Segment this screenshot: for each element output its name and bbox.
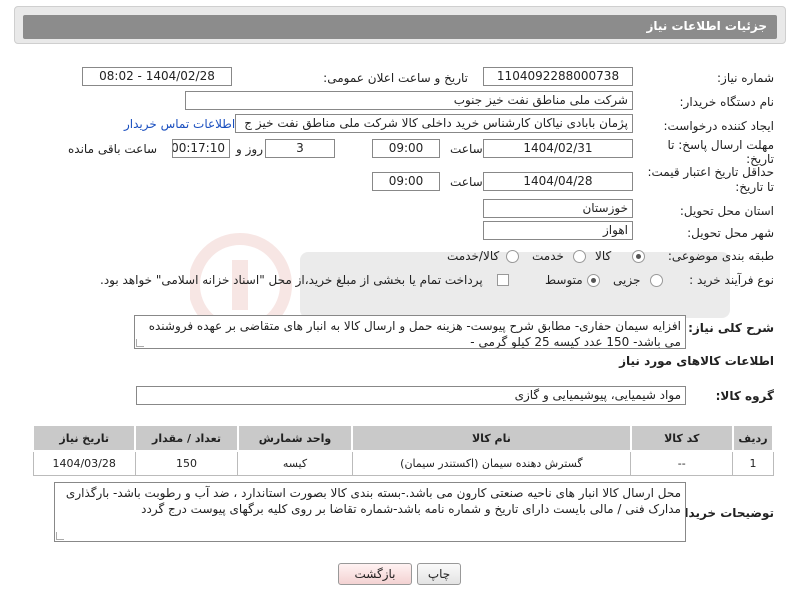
reply-deadline-label: مهلت ارسال پاسخ: تا xyxy=(667,138,774,152)
reply-deadline-label-date: تاریخ: xyxy=(746,152,774,166)
requester-label: ایجاد کننده درخواست: xyxy=(663,119,774,133)
cell-quantity: 150 xyxy=(134,450,239,476)
col-header-unit: واحد شمارش xyxy=(236,424,354,452)
need-number-label: شماره نیاز: xyxy=(717,71,774,85)
city-field: اهواز xyxy=(483,221,633,240)
process-radio-minor[interactable] xyxy=(650,274,663,287)
buyer-contact-link[interactable]: اطلاعات تماس خریدار xyxy=(124,117,235,131)
cell-unit: کیسه xyxy=(237,450,353,476)
category-radio-service[interactable] xyxy=(573,250,586,263)
time-remaining-field: 00:17:10 xyxy=(172,139,230,158)
goods-section-title: اطلاعات کالاهای مورد نیاز xyxy=(619,354,774,368)
table-header-row: ردیف کد کالا نام کالا واحد شمارش تعداد /… xyxy=(31,424,775,452)
category-option-goods-service: کالا/خدمت xyxy=(447,249,500,263)
days-label: روز و xyxy=(236,142,263,156)
announce-datetime-field: 1404/02/28 - 08:02 xyxy=(82,67,232,86)
buyer-org-field: شرکت ملی مناطق نفت خیز جنوب xyxy=(185,91,633,110)
goods-group-field: مواد شیمیایی، پیوشیمیایی و گازی xyxy=(136,386,686,405)
buyer-notes-text: محل ارسال کالا انبار های ناحیه صنعتی کار… xyxy=(65,486,681,516)
announce-datetime-label: تاریخ و ساعت اعلان عمومی: xyxy=(323,71,468,85)
cell-item-code: -- xyxy=(630,450,734,476)
print-button[interactable]: چاپ xyxy=(417,563,461,585)
category-option-service: خدمت xyxy=(532,249,564,263)
col-header-need-date: تاریخ نیاز xyxy=(31,424,137,452)
items-table: ردیف کد کالا نام کالا واحد شمارش تعداد /… xyxy=(31,424,775,476)
price-validity-date-field: 1404/04/28 xyxy=(483,172,633,191)
process-radio-medium[interactable] xyxy=(587,274,600,287)
cell-row-number: 1 xyxy=(732,450,774,476)
header-panel: جزئیات اطلاعات نیاز xyxy=(14,6,786,44)
province-field: خوزستان xyxy=(483,199,633,218)
city-label: شهر محل تحویل: xyxy=(687,226,774,240)
price-validity-label: حداقل تاریخ اعتبار قیمت: xyxy=(647,165,774,179)
col-header-item-code: کد کالا xyxy=(629,424,734,452)
price-validity-time-label: ساعت xyxy=(450,175,483,189)
reply-deadline-date-field: 1404/02/31 xyxy=(483,139,633,158)
buyer-org-label: نام دستگاه خریدار: xyxy=(679,95,775,109)
province-label: استان محل تحویل: xyxy=(679,204,774,218)
price-validity-time-field: 09:00 xyxy=(372,172,440,191)
treasury-payment-note: پرداخت تمام یا بخشی از مبلغ خرید،از محل … xyxy=(100,273,483,287)
header-bar: جزئیات اطلاعات نیاز xyxy=(23,15,777,39)
days-remaining-field: 3 xyxy=(265,139,335,158)
process-option-minor: جزیی xyxy=(613,273,641,287)
goods-group-label: گروه کالا: xyxy=(715,389,774,403)
category-radio-goods-service[interactable] xyxy=(506,250,519,263)
process-type-label: نوع فرآیند خرید : xyxy=(689,273,774,287)
resize-handle-icon[interactable] xyxy=(56,532,64,540)
description-text: افزایه سیمان حفاری- مطابق شرح پیوست- هزی… xyxy=(148,319,681,349)
resize-handle-icon[interactable] xyxy=(136,339,144,347)
col-header-row-number: ردیف xyxy=(731,424,775,452)
page-title: جزئیات اطلاعات نیاز xyxy=(646,19,767,33)
category-label: طبقه بندی موضوعی: xyxy=(667,249,774,263)
treasury-payment-checkbox[interactable] xyxy=(497,274,509,286)
category-option-goods: کالا xyxy=(595,249,612,263)
description-textarea[interactable]: افزایه سیمان حفاری- مطابق شرح پیوست- هزی… xyxy=(134,315,686,349)
back-button[interactable]: بازگشت xyxy=(338,563,412,585)
buyer-notes-label: توضیحات خریدار: xyxy=(672,506,774,520)
price-validity-label-date: تا تاریخ: xyxy=(735,180,774,194)
reply-deadline-time-label: ساعت xyxy=(450,142,483,156)
time-remaining-label: ساعت باقی مانده xyxy=(68,142,158,156)
table-row: 1 -- گسترش دهنده سیمان (اکستندر سیمان) ک… xyxy=(32,450,774,476)
description-label: شرح کلی نیاز: xyxy=(688,321,774,335)
reply-deadline-time-field: 09:00 xyxy=(372,139,440,158)
process-option-medium: متوسط xyxy=(545,273,583,287)
col-header-item-name: نام کالا xyxy=(351,424,632,452)
cell-need-date: 1404/03/28 xyxy=(32,450,136,476)
category-radio-goods[interactable] xyxy=(632,250,645,263)
need-number-field: 1104092288000738 xyxy=(483,67,633,86)
col-header-quantity: تعداد / مقدار xyxy=(134,424,239,452)
requester-field: پژمان بابادی نیاکان کارشناس خرید داخلی ک… xyxy=(235,114,633,133)
buyer-notes-textarea[interactable]: محل ارسال کالا انبار های ناحیه صنعتی کار… xyxy=(54,482,686,542)
cell-item-name: گسترش دهنده سیمان (اکستندر سیمان) xyxy=(351,450,632,476)
